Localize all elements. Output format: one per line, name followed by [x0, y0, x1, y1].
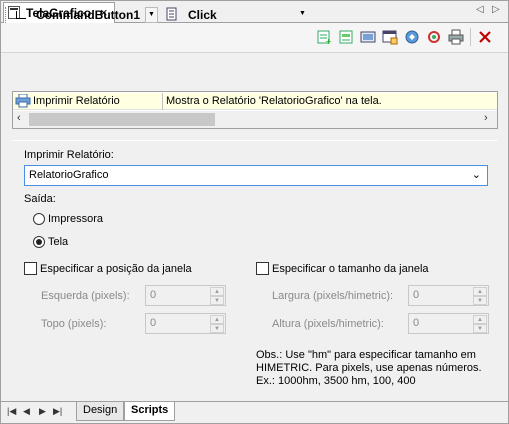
width-label: Largura (pixels/himetric):	[272, 290, 394, 302]
width-value: 0	[413, 289, 420, 301]
spin-down-icon[interactable]: ▼	[473, 324, 487, 333]
horizontal-scrollbar[interactable]: ‹ ›	[13, 111, 497, 128]
event-list-icon	[166, 7, 177, 21]
last-tab-icon[interactable]: ▶|	[53, 406, 62, 417]
column-divider	[162, 93, 163, 110]
position-checkbox[interactable]	[24, 262, 37, 275]
event-name: Click	[188, 8, 217, 22]
left-label: Esquerda (pixels):	[41, 290, 130, 302]
toolbar-grip[interactable]	[5, 7, 8, 23]
prev-tab-icon[interactable]: ◀	[23, 406, 30, 417]
note-line: Ex.: 1000hm, 3500 hm, 100, 400	[256, 375, 416, 387]
view-tab-strip: |◀ ◀ ▶ ▶| Design Scripts	[1, 401, 508, 423]
scroll-left-icon[interactable]: ‹	[17, 112, 21, 124]
object-name: CommandButton1	[36, 8, 140, 22]
width-spinbox[interactable]: 0 ▲ ▼	[408, 285, 489, 306]
height-spinbox[interactable]: 0 ▲ ▼	[408, 313, 489, 334]
scroll-right-icon[interactable]: ›	[484, 112, 488, 124]
tab-scripts[interactable]: Scripts	[124, 402, 176, 421]
spin-down-icon[interactable]: ▼	[473, 296, 487, 305]
height-label: Altura (pixels/himetric):	[272, 318, 384, 330]
spin-up-icon[interactable]: ▲	[210, 315, 224, 324]
printer-icon	[15, 94, 31, 108]
size-hint-note: Obs.: Use "hm" para especificar tamanho …	[256, 349, 496, 388]
scroll-tabs-right-icon[interactable]: ▷	[492, 4, 500, 15]
printer-radio[interactable]	[33, 213, 45, 225]
report-select-value: RelatorioGrafico	[29, 169, 109, 181]
tag-pick-icon[interactable]	[404, 29, 420, 45]
top-label: Topo (pixels):	[41, 318, 107, 330]
note-line: HIMETRIC. Para pixels, use apenas número…	[256, 362, 482, 374]
chevron-down-icon[interactable]: ▼	[296, 7, 309, 23]
scroll-tabs-left-icon[interactable]: ◁	[476, 4, 484, 15]
spin-down-icon[interactable]: ▼	[210, 324, 224, 333]
next-tab-icon[interactable]: ▶	[39, 406, 46, 417]
print-pick-icon[interactable]	[448, 29, 464, 45]
chevron-down-icon[interactable]: ▼	[145, 7, 158, 23]
note-line: Obs.: Use "hm" para especificar tamanho …	[256, 349, 476, 361]
printer-radio-label[interactable]: Impressora	[48, 213, 103, 225]
tab-design[interactable]: Design	[76, 402, 125, 421]
output-label: Saída:	[24, 193, 56, 205]
button-object-icon	[16, 11, 26, 19]
report-label: Imprimir Relatório:	[24, 149, 114, 161]
spin-up-icon[interactable]: ▲	[473, 287, 487, 296]
spin-up-icon[interactable]: ▲	[210, 287, 224, 296]
object-selector[interactable]: CommandButton1 ▼	[14, 5, 160, 25]
screen-radio-label[interactable]: Tela	[48, 236, 68, 248]
size-checkbox[interactable]	[256, 262, 269, 275]
spin-up-icon[interactable]: ▲	[473, 315, 487, 324]
top-value: 0	[150, 317, 157, 329]
window-pick-icon[interactable]	[382, 29, 398, 45]
script-pick-icon[interactable]	[426, 29, 442, 45]
chevron-down-icon[interactable]: ⌄	[472, 168, 481, 181]
insert-pick-icon[interactable]	[338, 29, 354, 45]
screen-radio[interactable]	[33, 236, 45, 248]
top-spinbox[interactable]: 0 ▲ ▼	[145, 313, 226, 334]
toolbar-separator	[470, 28, 471, 46]
left-spinbox[interactable]: 0 ▲ ▼	[145, 285, 226, 306]
report-select[interactable]: RelatorioGrafico ⌄	[24, 165, 488, 186]
size-checkbox-label[interactable]: Especificar o tamanho da janela	[272, 263, 429, 275]
scrollbar-thumb[interactable]	[29, 113, 215, 126]
pick-list: Imprimir Relatório Mostra o Relatório 'R…	[12, 91, 498, 129]
position-checkbox-label[interactable]: Especificar a posição da janela	[40, 263, 192, 275]
add-pick-icon[interactable]: +	[316, 29, 332, 45]
svg-text:+: +	[325, 37, 332, 45]
pick-name: Imprimir Relatório	[33, 95, 120, 107]
left-value: 0	[150, 289, 157, 301]
pick-row[interactable]: Imprimir Relatório Mostra o Relatório 'R…	[13, 93, 497, 110]
height-value: 0	[413, 317, 420, 329]
event-selector[interactable]: Click ▼	[166, 5, 310, 25]
screen-pick-icon[interactable]	[360, 29, 376, 45]
first-tab-icon[interactable]: |◀	[7, 406, 16, 417]
delete-pick-icon[interactable]	[477, 29, 493, 45]
spin-down-icon[interactable]: ▼	[210, 296, 224, 305]
pick-description: Mostra o Relatório 'RelatorioGrafico' na…	[166, 95, 382, 107]
